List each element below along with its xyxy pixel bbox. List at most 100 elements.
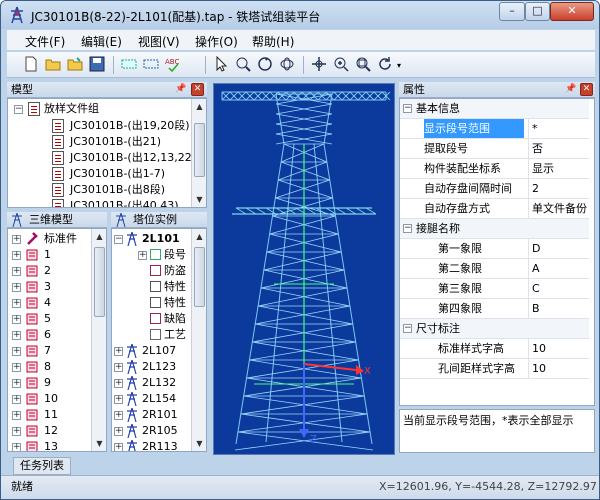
tower-child[interactable]: 工艺	[138, 327, 192, 343]
tree3d-item[interactable]: +1	[12, 247, 92, 263]
chevron-down-icon[interactable]: ▾	[397, 61, 401, 70]
property-value[interactable]: A	[528, 259, 589, 278]
scroll-up-icon[interactable]: ▲	[92, 229, 106, 244]
tree3d-item[interactable]: +3	[12, 279, 92, 295]
property-row[interactable]: 第三象限 C	[400, 279, 589, 299]
tower-child[interactable]: 特性	[138, 279, 192, 295]
tree3d-item[interactable]: +8	[12, 359, 92, 375]
abc-check-icon[interactable]: ABC	[165, 56, 181, 72]
scroll-thumb[interactable]	[94, 247, 105, 317]
expand-icon[interactable]: +	[114, 379, 123, 388]
tab-task-list[interactable]: 任务列表	[13, 457, 71, 475]
pin-icon[interactable]: 📌	[565, 84, 577, 96]
menu-help[interactable]: 帮助(H)	[252, 33, 294, 50]
property-group[interactable]: − 尺寸标注	[400, 319, 589, 339]
expand-icon[interactable]: +	[114, 411, 123, 420]
tower-item[interactable]: +2L132	[114, 375, 192, 391]
tower-item[interactable]: +2R105	[114, 423, 192, 439]
property-row[interactable]: 第二象限 A	[400, 259, 589, 279]
property-value[interactable]: *	[528, 119, 589, 138]
grid-icon[interactable]	[121, 56, 137, 72]
tree3d-item[interactable]: +13	[12, 439, 92, 451]
tower-child[interactable]: + 段号	[138, 247, 192, 263]
tower-item[interactable]: +2L107	[114, 343, 192, 359]
model-scrollbar[interactable]: ▲ ▼	[191, 99, 206, 207]
close-icon[interactable]: ✕	[191, 83, 204, 96]
property-row[interactable]: 孔间距样式字高 10	[400, 359, 589, 379]
property-value[interactable]: 10	[528, 339, 589, 358]
pointer-icon[interactable]	[213, 56, 229, 72]
tree3d-item[interactable]: +9	[12, 375, 92, 391]
tower-child[interactable]: 缺陷	[138, 311, 192, 327]
tower-item[interactable]: +2R101	[114, 407, 192, 423]
zoom-window-icon[interactable]	[235, 56, 251, 72]
expand-icon[interactable]: +	[12, 379, 21, 388]
expand-icon[interactable]: +	[12, 411, 21, 420]
maximize-button[interactable]: □	[525, 2, 550, 21]
property-row[interactable]: 自动存盘间隔时间 2	[400, 179, 589, 199]
property-value[interactable]: 否	[528, 139, 589, 158]
property-value[interactable]: C	[528, 279, 589, 298]
expand-icon[interactable]: +	[12, 363, 21, 372]
tower-model[interactable]	[214, 84, 394, 454]
collapse-icon[interactable]: −	[403, 104, 412, 113]
tower-child[interactable]: 防盗	[138, 263, 192, 279]
tree3d-item[interactable]: +4	[12, 295, 92, 311]
expand-icon[interactable]: +	[12, 283, 21, 292]
3d-viewport[interactable]: X Z	[213, 83, 395, 455]
pan-icon[interactable]	[311, 56, 327, 72]
tower-item[interactable]: +2R113	[114, 439, 192, 451]
expand-icon[interactable]: +	[12, 251, 21, 260]
save-disk-icon[interactable]	[89, 56, 105, 72]
rotate3d-icon[interactable]	[279, 56, 295, 72]
zoom-fit-icon[interactable]	[355, 56, 371, 72]
expand-icon[interactable]: +	[12, 427, 21, 436]
save-folder-icon[interactable]	[67, 56, 83, 72]
menu-edit[interactable]: 编辑(E)	[81, 33, 122, 50]
expand-icon[interactable]: +	[12, 331, 21, 340]
tower-item[interactable]: +2L123	[114, 359, 192, 375]
pin-icon[interactable]: 📌	[175, 84, 187, 96]
property-row[interactable]: 第四象限 B	[400, 299, 589, 319]
scroll-down-icon[interactable]: ▼	[192, 436, 206, 451]
collapse-icon[interactable]: −	[114, 235, 123, 244]
scroll-up-icon[interactable]: ▲	[192, 229, 206, 244]
property-value[interactable]: B	[528, 299, 589, 318]
scroll-up-icon[interactable]: ▲	[192, 99, 206, 114]
refresh-icon[interactable]	[377, 56, 393, 72]
property-row[interactable]: 第一象限 D	[400, 239, 589, 259]
tree3d-scrollbar[interactable]: ▲ ▼	[91, 229, 106, 451]
collapse-icon[interactable]: −	[403, 324, 412, 333]
tree3d-item[interactable]: +12	[12, 423, 92, 439]
scroll-down-icon[interactable]: ▼	[92, 436, 106, 451]
scroll-thumb[interactable]	[194, 123, 205, 177]
expand-icon[interactable]: +	[138, 251, 147, 260]
close-icon[interactable]: ✕	[580, 83, 593, 96]
expand-icon[interactable]: +	[114, 443, 123, 451]
title-bar[interactable]: JC30101B(8-22)-2L101(配基).tap - 铁塔试组装平台 –…	[1, 1, 599, 29]
expand-icon[interactable]: +	[12, 443, 21, 451]
towers-scrollbar[interactable]: ▲ ▼	[191, 229, 206, 451]
tower-item[interactable]: +2L154	[114, 391, 192, 407]
property-row[interactable]: 显示段号范围 *	[400, 119, 589, 139]
property-value[interactable]: 显示	[528, 159, 589, 178]
collapse-icon[interactable]: −	[403, 224, 412, 233]
property-value[interactable]: D	[528, 239, 589, 258]
property-row[interactable]: 构件装配坐标系 显示	[400, 159, 589, 179]
menu-file[interactable]: 文件(F)	[25, 33, 65, 50]
expand-icon[interactable]: +	[114, 395, 123, 404]
open-folder-icon[interactable]	[45, 56, 61, 72]
tree3d-item[interactable]: +7	[12, 343, 92, 359]
property-value[interactable]: 10	[528, 359, 589, 378]
property-row[interactable]: 标准样式字高 10	[400, 339, 589, 359]
tree3d-item[interactable]: +11	[12, 407, 92, 423]
expand-icon[interactable]: +	[12, 267, 21, 276]
tree3d-item[interactable]: +5	[12, 311, 92, 327]
expand-icon[interactable]: +	[114, 347, 123, 356]
zoom-in-icon[interactable]	[333, 56, 349, 72]
scroll-down-icon[interactable]: ▼	[192, 192, 206, 207]
expand-icon[interactable]: +	[12, 347, 21, 356]
minimize-button[interactable]: –	[499, 2, 525, 21]
tree3d-item[interactable]: + 标准件	[12, 231, 92, 247]
expand-icon[interactable]: +	[12, 235, 21, 244]
